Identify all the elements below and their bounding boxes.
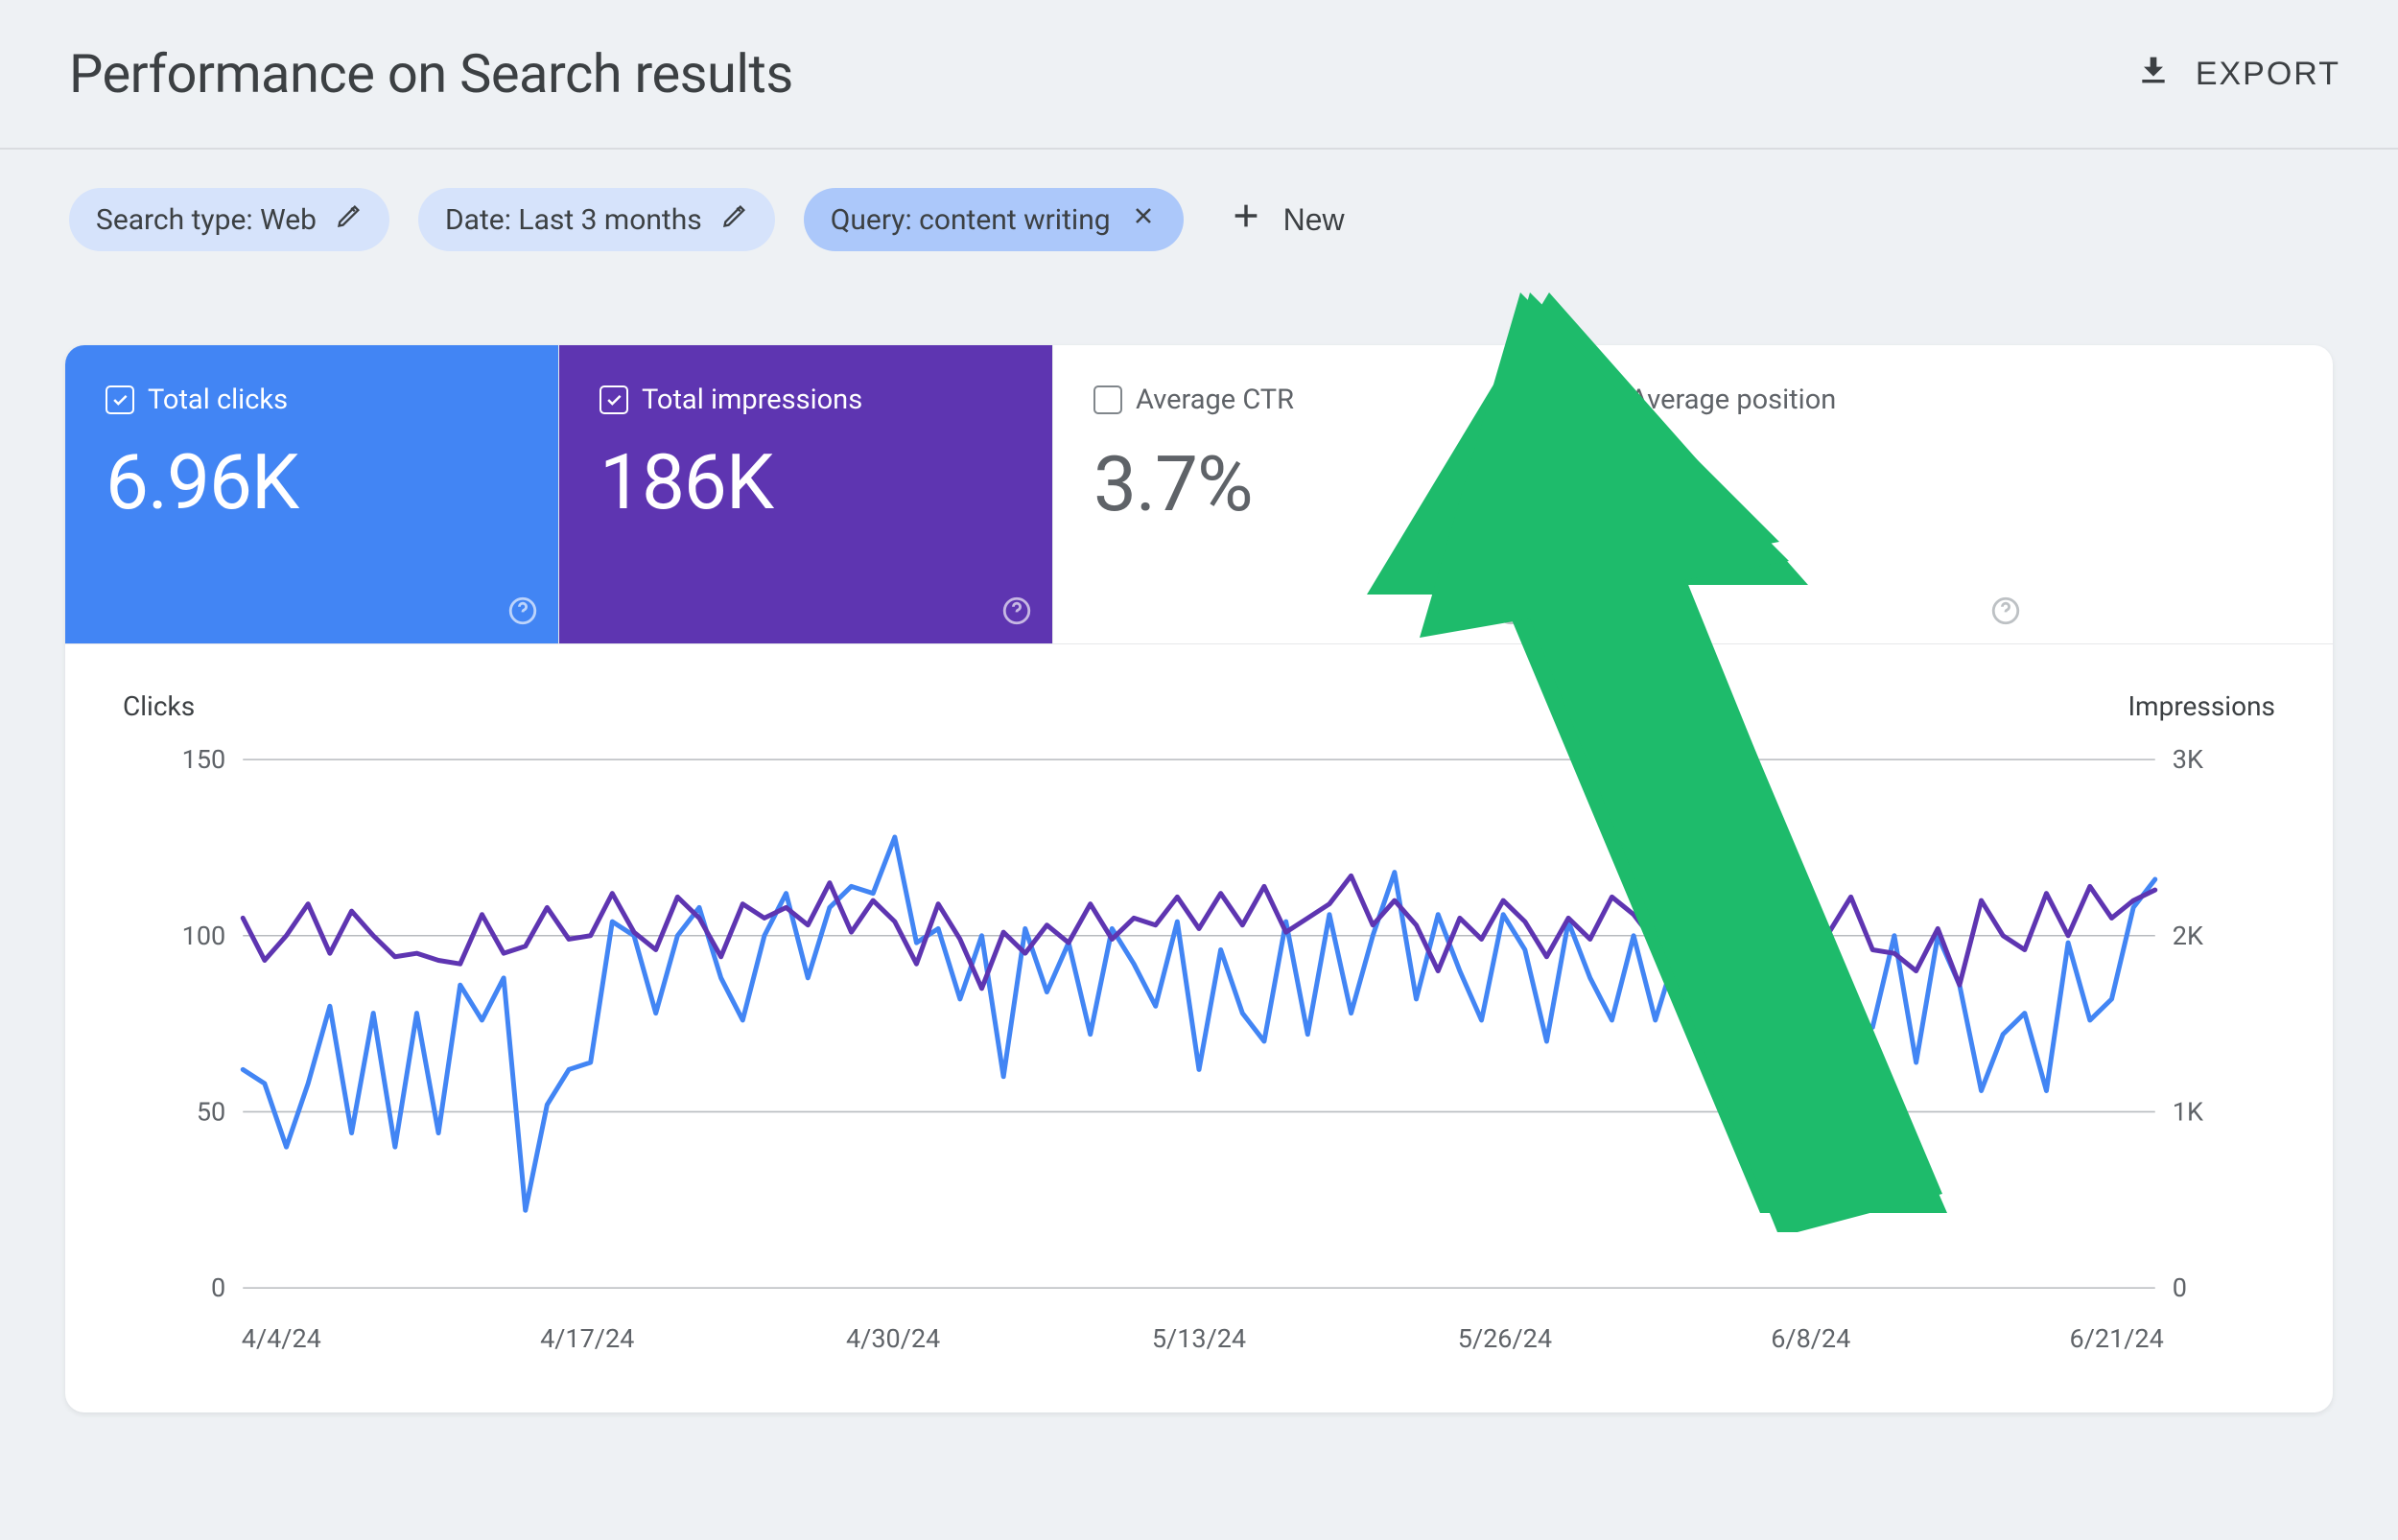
add-filter-label: New: [1283, 202, 1345, 238]
add-filter-button[interactable]: New: [1230, 199, 1345, 240]
svg-text:5/13/24: 5/13/24: [1152, 1323, 1246, 1354]
metric-value: 6.96K: [106, 437, 522, 527]
close-icon[interactable]: [1130, 202, 1157, 237]
pencil-icon: [721, 202, 748, 237]
filter-chip-search-type[interactable]: Search type: Web: [69, 188, 389, 251]
svg-text:2K: 2K: [2173, 921, 2203, 951]
help-icon[interactable]: [506, 595, 539, 627]
header: Performance on Search results EXPORT: [0, 0, 2398, 150]
svg-text:4/4/24: 4/4/24: [242, 1323, 321, 1354]
svg-text:6/8/24: 6/8/24: [1771, 1323, 1850, 1354]
metric-tile-position[interactable]: Average position 7.6: [1547, 345, 2041, 644]
help-icon[interactable]: [1989, 595, 2022, 627]
metric-tiles: Total clicks 6.96K Total impressions 186…: [65, 345, 2333, 644]
download-icon: [2134, 51, 2173, 98]
svg-text:100: 100: [182, 921, 226, 951]
page-title: Performance on Search results: [69, 42, 793, 105]
metric-label: Average CTR: [1136, 384, 1294, 416]
svg-text:0: 0: [2173, 1272, 2187, 1303]
filter-chip-query[interactable]: Query: content writing: [804, 188, 1184, 251]
metric-tile-impressions[interactable]: Total impressions 186K: [559, 345, 1053, 644]
svg-text:6/21/24: 6/21/24: [2070, 1323, 2164, 1354]
svg-text:4/17/24: 4/17/24: [540, 1323, 634, 1354]
help-icon[interactable]: [1494, 595, 1527, 627]
performance-card: Total clicks 6.96K Total impressions 186…: [65, 345, 2333, 1412]
plus-icon: [1230, 199, 1262, 240]
filter-chip-label: Query: content writing: [831, 203, 1111, 237]
chart-area: Clicks Impressions 0 0 50 1K 100 2K 150 3K 4/4/2…: [65, 644, 2333, 1412]
checkbox-checked-icon: [106, 385, 134, 414]
metric-tile-clicks[interactable]: Total clicks 6.96K: [65, 345, 559, 644]
filter-chip-date[interactable]: Date: Last 3 months: [418, 188, 775, 251]
performance-chart[interactable]: 0 0 50 1K 100 2K 150 3K 4/4/24 4/17/24 4/30/24 5/13…: [118, 692, 2280, 1365]
left-axis-title: Clicks: [123, 690, 195, 722]
checkbox-checked-icon: [600, 385, 628, 414]
filter-bar: Search type: Web Date: Last 3 months Que…: [0, 150, 2398, 290]
svg-text:1K: 1K: [2173, 1096, 2203, 1127]
svg-text:0: 0: [211, 1272, 225, 1303]
svg-text:4/30/24: 4/30/24: [846, 1323, 940, 1354]
metric-value: 3.7%: [1093, 439, 1510, 529]
svg-text:50: 50: [197, 1096, 225, 1127]
metric-tile-ctr[interactable]: Average CTR 3.7%: [1053, 345, 1547, 644]
metric-value: 186K: [600, 437, 1016, 527]
filter-chip-label: Date: Last 3 months: [445, 203, 702, 237]
metric-label: Total clicks: [148, 384, 288, 416]
svg-text:150: 150: [182, 744, 226, 775]
export-label: EXPORT: [2196, 56, 2340, 93]
pencil-icon: [336, 202, 363, 237]
metric-label: Total impressions: [642, 384, 862, 416]
right-axis-title: Impressions: [2128, 690, 2275, 722]
checkbox-unchecked-icon: [1093, 385, 1122, 414]
help-icon[interactable]: [1000, 595, 1033, 627]
export-button[interactable]: EXPORT: [2134, 51, 2340, 98]
checkbox-unchecked-icon: [1587, 385, 1616, 414]
filter-chip-label: Search type: Web: [96, 203, 317, 237]
svg-text:5/26/24: 5/26/24: [1458, 1323, 1552, 1354]
metric-label: Average position: [1630, 384, 1836, 416]
metric-value: 7.6: [1587, 439, 2005, 529]
svg-text:3K: 3K: [2173, 744, 2203, 775]
